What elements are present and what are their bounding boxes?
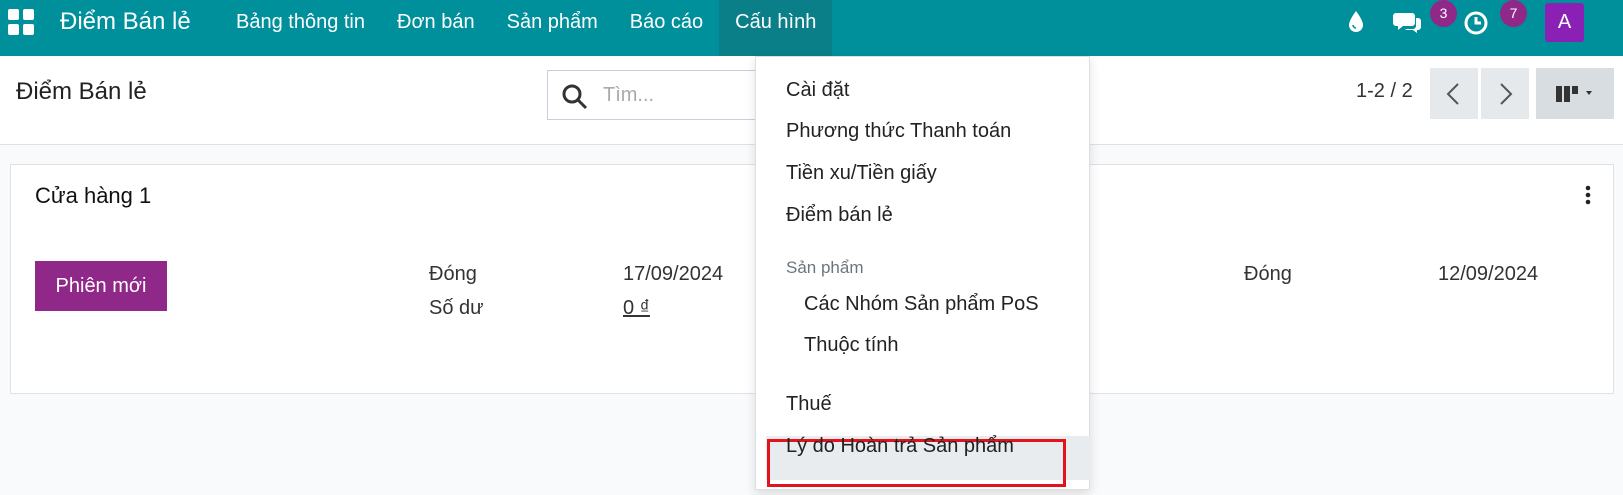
user-avatar[interactable]: A (1545, 3, 1584, 42)
new-session-button[interactable]: Phiên mới (35, 261, 167, 311)
menu-products[interactable]: Sản phẩm (491, 0, 614, 56)
search-input[interactable] (603, 79, 753, 111)
pager-next-button[interactable] (1481, 68, 1529, 119)
apps-grid-icon[interactable] (8, 9, 34, 35)
dropdown-item-taxes[interactable]: Thuế (786, 393, 832, 416)
water-drop-icon[interactable] (1347, 10, 1365, 34)
main-menu: Bảng thông tin Đơn bán Sản phẩm Báo cáo … (220, 0, 833, 56)
menu-configuration[interactable]: Cấu hình (719, 0, 833, 56)
top-navbar: Điểm Bán lẻ Bảng thông tin Đơn bán Sản p… (0, 0, 1623, 56)
card-title: Cửa hàng 1 (35, 183, 152, 208)
dropdown-section-products: Sản phẩm (786, 258, 864, 277)
navbar-systray: 3 7 A (1303, 0, 1623, 56)
pager-value[interactable]: 1-2 / 2 (1356, 80, 1413, 103)
pager-previous-button[interactable] (1430, 68, 1478, 119)
dropdown-item-return-reasons[interactable]: Lý do Hoàn trả Sản phẩm (786, 435, 1014, 458)
balance-label: Số dư (429, 297, 484, 319)
kanban-view-icon (1556, 86, 1592, 102)
chevron-left-icon (1446, 83, 1459, 105)
activity-clock-icon[interactable] (1463, 9, 1493, 35)
activity-count-badge: 7 (1500, 0, 1527, 27)
dropdown-item-payment-methods[interactable]: Phương thức Thanh toán (786, 120, 1011, 143)
search-box (547, 70, 757, 120)
dropdown-item-point-of-sale[interactable]: Điểm bán lẻ (786, 204, 893, 227)
chat-icon[interactable] (1393, 9, 1423, 35)
chevron-right-icon (1500, 83, 1513, 105)
dropdown-item-settings[interactable]: Cài đặt (786, 79, 849, 102)
status-date-2: 12/09/2024 (1438, 263, 1539, 285)
dropdown-item-attributes[interactable]: Thuộc tính (804, 334, 899, 357)
search-icon[interactable] (562, 84, 588, 110)
dropdown-item-coins-bills[interactable]: Tiền xu/Tiền giấy (786, 162, 937, 185)
dropdown-item-pos-product-categories[interactable]: Các Nhóm Sản phẩm PoS (804, 293, 1039, 316)
menu-reports[interactable]: Báo cáo (614, 0, 719, 56)
configuration-dropdown: Cài đặt Phương thức Thanh toán Tiền xu/T… (755, 56, 1091, 490)
page-title: Điểm Bán lẻ (16, 78, 147, 105)
status-label-2: Đóng (1244, 263, 1292, 285)
balance-value: 0 ₫ (623, 297, 650, 319)
status-date: 17/09/2024 (623, 263, 724, 285)
view-switcher-button[interactable] (1536, 68, 1614, 119)
menu-orders[interactable]: Đơn bán (381, 0, 491, 56)
chat-count-badge: 3 (1430, 0, 1457, 27)
menu-dashboard[interactable]: Bảng thông tin (220, 0, 381, 56)
status-label: Đóng (429, 263, 477, 285)
more-options-icon[interactable] (1585, 185, 1591, 205)
app-brand[interactable]: Điểm Bán lẻ (60, 8, 191, 36)
